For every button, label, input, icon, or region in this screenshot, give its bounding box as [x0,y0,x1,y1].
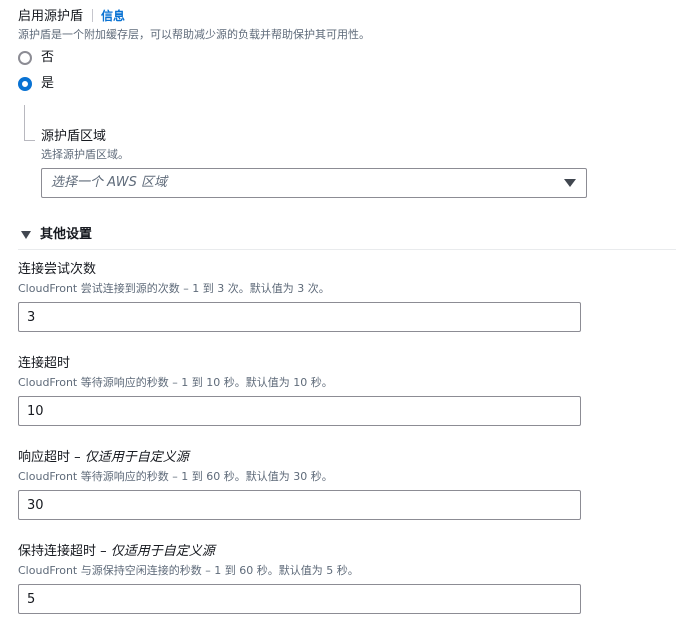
response-timeout-label-text: 响应超时 – [18,450,85,465]
label-separator [92,9,94,22]
response-timeout-label-qualifier: 仅适用于自定义源 [84,450,189,465]
response-timeout-description: CloudFront 等待源响应的秒数 – 1 到 60 秒。默认值为 30 秒… [18,470,333,483]
caret-down-icon [564,179,576,187]
origin-shield-region-label: 源护盾区域 [41,129,107,144]
caret-down-icon [21,231,31,239]
connection-attempts-input[interactable] [18,302,581,332]
radio-label-yes: 是 [41,76,55,91]
origin-shield-option-yes[interactable]: 是 [18,76,54,92]
origin-shield-option-no[interactable]: 否 [18,50,54,66]
radio-label-no: 否 [41,50,55,65]
additional-settings-title: 其他设置 [40,227,93,242]
keepalive-timeout-label-text: 保持连接超时 – [18,544,111,559]
keepalive-timeout-input[interactable] [18,584,581,614]
response-timeout-input[interactable] [18,490,581,520]
origin-shield-info-link[interactable]: 信息 [101,9,125,23]
connection-attempts-label: 连接尝试次数 [18,262,97,277]
connection-attempts-description: CloudFront 尝试连接到源的次数 – 1 到 3 次。默认值为 3 次。 [18,282,330,295]
region-select-placeholder: 选择一个 AWS 区域 [51,175,168,190]
connection-timeout-input[interactable] [18,396,581,426]
connection-timeout-description: CloudFront 等待源响应的秒数 – 1 到 10 秒。默认值为 10 秒… [18,376,333,389]
section-divider [18,249,676,250]
keepalive-timeout-description: CloudFront 与源保持空闲连接的秒数 – 1 到 60 秒。默认值为 5… [18,564,359,577]
origin-shield-region-select[interactable]: 选择一个 AWS 区域 [41,168,587,198]
response-timeout-label: 响应超时 – 仅适用于自定义源 [18,450,189,466]
origin-shield-description: 源护盾是一个附加缓存层，可以帮助减少源的负载并帮助保护其可用性。 [18,28,370,41]
origin-shield-label: 启用源护盾 [18,9,84,24]
nested-connector-line [24,105,35,141]
radio-unchecked-icon[interactable] [18,51,32,65]
additional-settings-toggle[interactable]: 其他设置 [21,227,92,243]
radio-checked-icon[interactable] [18,77,32,91]
keepalive-timeout-label: 保持连接超时 – 仅适用于自定义源 [18,544,215,560]
origin-shield-heading: 启用源护盾 信息 [18,8,125,25]
keepalive-timeout-label-qualifier: 仅适用于自定义源 [110,544,215,559]
origin-shield-region-description: 选择源护盾区域。 [41,148,129,161]
connection-timeout-label: 连接超时 [18,356,71,371]
